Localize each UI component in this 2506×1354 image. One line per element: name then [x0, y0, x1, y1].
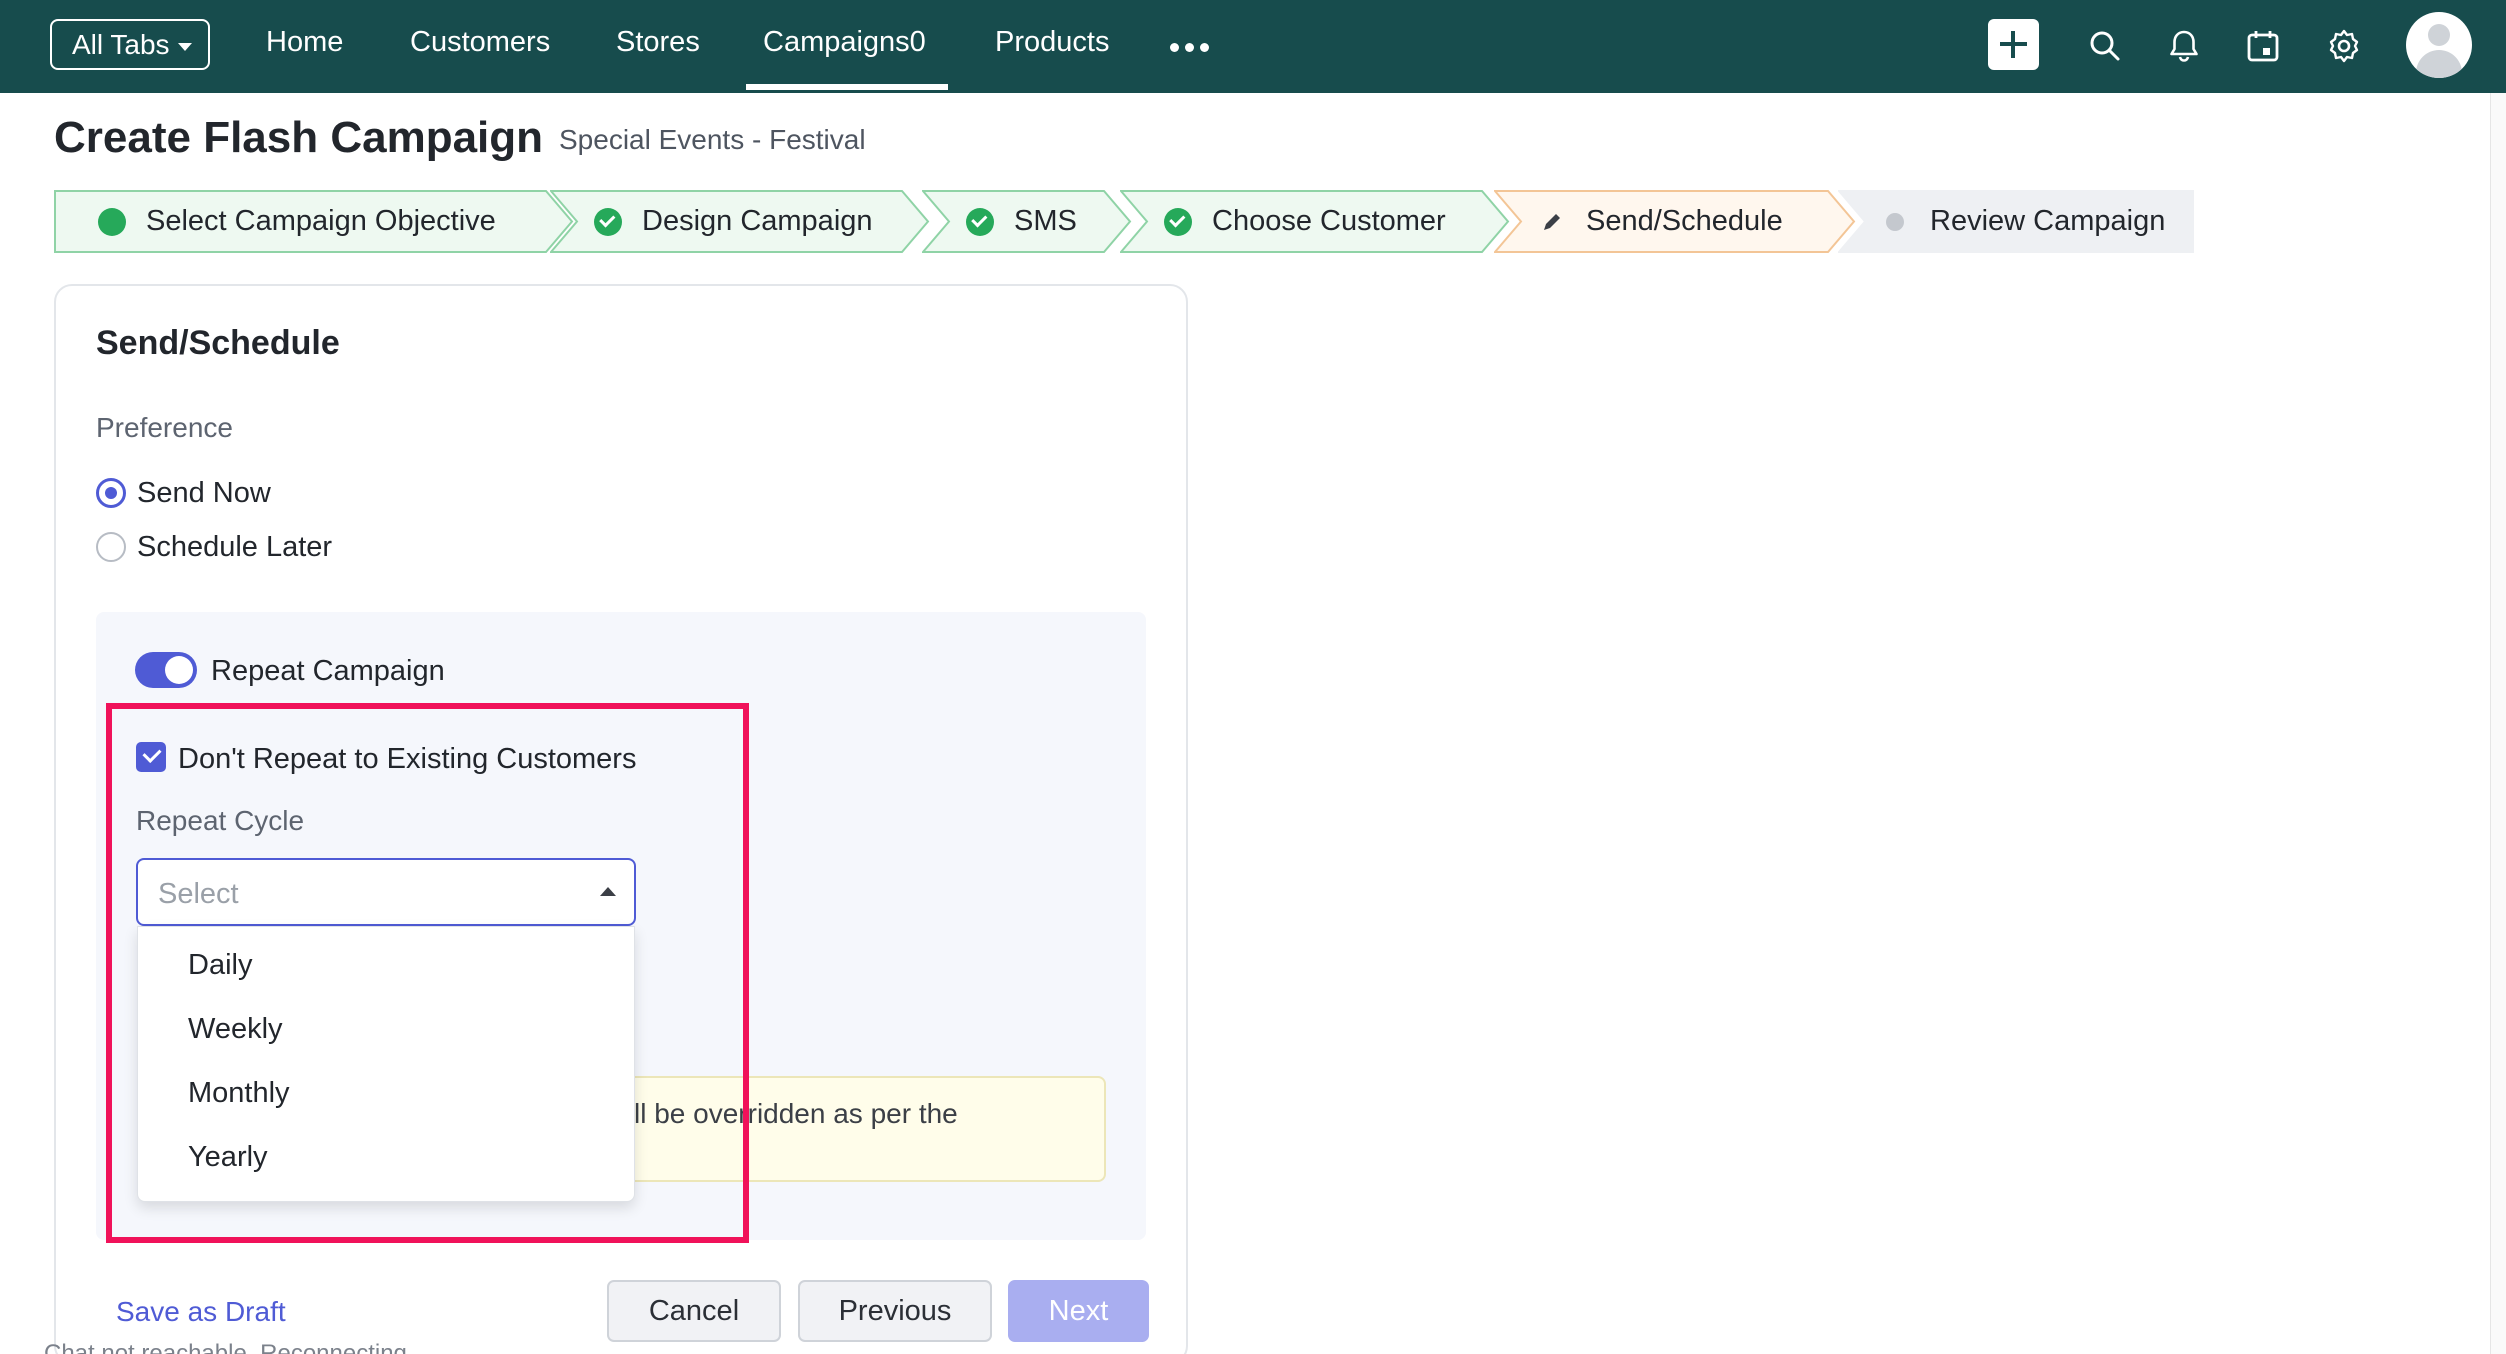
page-title: Create Flash Campaign — [54, 113, 544, 162]
step-select-objective[interactable]: Select Campaign Objective — [54, 190, 574, 253]
check-circle-icon — [966, 207, 994, 236]
nav-item-home[interactable]: Home — [266, 26, 343, 59]
repeat-cycle-select[interactable]: Select — [136, 858, 636, 926]
option-yearly[interactable]: Yearly — [188, 1141, 268, 1174]
preference-label: Preference — [96, 412, 233, 443]
dont-repeat-checkbox[interactable] — [136, 742, 166, 772]
chevron-up-icon — [600, 887, 616, 896]
option-weekly[interactable]: Weekly — [188, 1013, 283, 1046]
save-as-draft-link[interactable]: Save as Draft — [116, 1296, 286, 1328]
next-button[interactable]: Next — [1008, 1280, 1149, 1342]
step-label: Send/Schedule — [1586, 205, 1783, 237]
gear-icon[interactable] — [2318, 20, 2370, 72]
top-nav-bar: All Tabs Home Customers Stores Campaigns… — [0, 0, 2506, 93]
nav-item-customers[interactable]: Customers — [410, 26, 550, 59]
active-tab-indicator — [746, 84, 948, 90]
cancel-button[interactable]: Cancel — [607, 1280, 781, 1342]
avatar[interactable] — [2406, 12, 2472, 78]
schedule-later-radio[interactable] — [96, 532, 126, 562]
nav-item-stores[interactable]: Stores — [616, 26, 700, 59]
step-label: Choose Customer — [1212, 205, 1446, 237]
card-title: Send/Schedule — [96, 324, 340, 362]
nav-item-campaigns[interactable]: Campaigns0 — [763, 26, 926, 59]
check-circle-icon — [594, 207, 622, 236]
add-icon[interactable] — [1988, 19, 2039, 70]
more-tabs-icon[interactable] — [1170, 43, 1209, 52]
all-tabs-dropdown[interactable]: All Tabs — [50, 19, 210, 70]
connection-status: Chat not reachable. Reconnecting... — [44, 1340, 427, 1354]
send-now-label[interactable]: Send Now — [137, 477, 271, 510]
step-label: Select Campaign Objective — [146, 205, 496, 237]
step-review-campaign[interactable]: Review Campaign — [1838, 190, 2194, 253]
nav-item-products[interactable]: Products — [995, 26, 1109, 59]
step-choose-customer[interactable]: Choose Customer — [1120, 190, 1510, 253]
calendar-icon[interactable] — [2237, 20, 2289, 72]
repeat-cycle-dropdown: Daily Weekly Monthly Yearly — [137, 926, 635, 1202]
send-now-radio[interactable] — [96, 478, 126, 508]
info-note: ll be overridden as per the — [600, 1076, 1106, 1182]
step-send-schedule[interactable]: Send/Schedule — [1494, 190, 1856, 253]
step-label: SMS — [1014, 205, 1077, 237]
step-status-dot-icon — [98, 207, 126, 236]
schedule-later-label[interactable]: Schedule Later — [137, 531, 332, 564]
chevron-down-icon — [178, 43, 192, 51]
step-pending-dot-icon — [1886, 212, 1904, 231]
info-note-text: ll be overridden as per the — [634, 1098, 958, 1129]
step-label: Review Campaign — [1930, 205, 2166, 237]
option-daily[interactable]: Daily — [188, 949, 252, 982]
pencil-icon — [1538, 208, 1566, 236]
previous-button[interactable]: Previous — [798, 1280, 992, 1342]
select-placeholder: Select — [158, 878, 239, 910]
step-sms[interactable]: SMS — [922, 190, 1132, 253]
bell-icon[interactable] — [2158, 20, 2210, 72]
repeat-campaign-label: Repeat Campaign — [211, 655, 445, 687]
step-label: Design Campaign — [642, 205, 873, 237]
step-design-campaign[interactable]: Design Campaign — [550, 190, 930, 253]
check-circle-icon — [1164, 207, 1192, 236]
search-icon[interactable] — [2079, 20, 2131, 72]
option-monthly[interactable]: Monthly — [188, 1077, 290, 1110]
page-subtitle: Special Events - Festival — [559, 124, 866, 155]
repeat-campaign-toggle[interactable] — [135, 652, 197, 688]
all-tabs-label: All Tabs — [72, 28, 170, 60]
page-scrollbar[interactable] — [2490, 93, 2506, 1354]
repeat-cycle-label: Repeat Cycle — [136, 805, 305, 836]
dont-repeat-label[interactable]: Don't Repeat to Existing Customers — [178, 743, 636, 776]
